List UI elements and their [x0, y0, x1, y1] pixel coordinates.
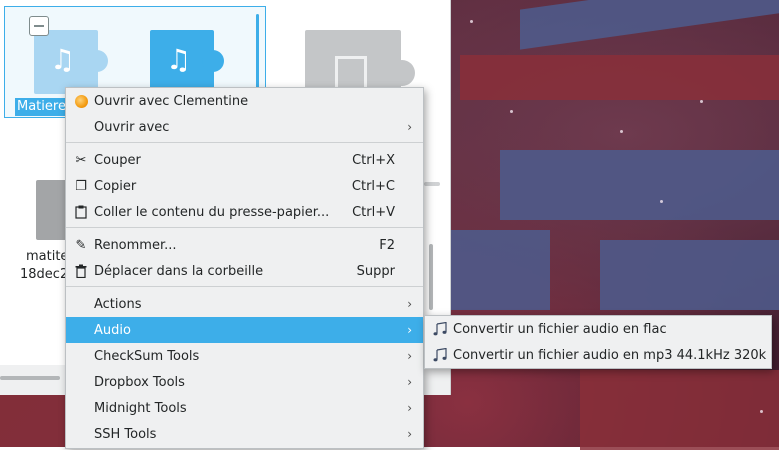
menu-item-label: CheckSum Tools [94, 348, 200, 364]
menu-item-shortcut: Ctrl+X [352, 152, 395, 168]
menu-item-ssh-tools[interactable]: SSH Tools › [66, 421, 423, 447]
menu-item-label: Actions [94, 296, 142, 312]
vertical-scrollbar[interactable] [429, 244, 433, 310]
wallpaper-star [470, 20, 473, 23]
submenu-item-convert-mp3[interactable]: Convertir un fichier audio en mp3 44.1kH… [425, 342, 771, 368]
menu-item-label: Ouvrir avec [94, 119, 170, 135]
menu-separator [66, 142, 423, 143]
chevron-right-icon: › [407, 375, 412, 389]
paste-icon [73, 204, 89, 220]
submenu-item-label: Convertir un fichier audio en flac [453, 321, 667, 337]
menu-item-shortcut: F2 [379, 237, 395, 253]
menu-item-label: Renommer... [94, 237, 177, 253]
chevron-right-icon: › [407, 120, 412, 134]
chevron-right-icon: › [407, 297, 412, 311]
menu-item-midnight-tools[interactable]: Midnight Tools › [66, 395, 423, 421]
menu-item-shortcut: Ctrl+V [352, 204, 395, 220]
chevron-right-icon: › [407, 349, 412, 363]
menu-item-paste[interactable]: Coller le contenu du presse-papier... Ct… [66, 199, 423, 225]
menu-item-label: Copier [94, 178, 137, 194]
music-note-icon [432, 347, 448, 363]
wallpaper-star [660, 200, 663, 203]
menu-item-rename[interactable]: ✎ Renommer... F2 [66, 232, 423, 258]
music-note-icon [432, 321, 448, 337]
menu-item-dropbox-tools[interactable]: Dropbox Tools › [66, 369, 423, 395]
context-menu: Ouvrir avec Clementine Ouvrir avec › ✂ C… [65, 87, 424, 449]
menu-separator [66, 227, 423, 228]
wallpaper-hex-band [0, 395, 70, 447]
menu-item-open-with-clementine[interactable]: Ouvrir avec Clementine [66, 88, 423, 114]
copy-icon: ❐ [75, 178, 87, 194]
menu-item-move-to-trash[interactable]: Déplacer dans la corbeille Suppr [66, 258, 423, 284]
menu-item-label: Déplacer dans la corbeille [94, 263, 264, 279]
menu-item-cut[interactable]: ✂ Couper Ctrl+X [66, 147, 423, 173]
audio-submenu: Convertir un fichier audio en flac Conve… [424, 315, 772, 369]
pencil-icon: ✎ [75, 237, 87, 253]
menu-item-label: Dropbox Tools [94, 374, 185, 390]
wallpaper-hex-band [460, 55, 779, 100]
horizontal-scrollbar[interactable] [0, 376, 60, 380]
wallpaper-star [700, 100, 703, 103]
file-label-selected[interactable]: Matiere [15, 98, 68, 116]
select-checkbox[interactable] [29, 16, 49, 36]
menu-item-shortcut: Ctrl+C [351, 178, 395, 194]
file-label[interactable]: 18dec2 [20, 266, 68, 283]
wallpaper-hex-band [500, 150, 779, 220]
wallpaper-hex-band [520, 0, 779, 50]
submenu-item-label: Convertir un fichier audio en mp3 44.1kH… [453, 347, 767, 363]
menu-item-checksum-tools[interactable]: CheckSum Tools › [66, 343, 423, 369]
audio-file-icon[interactable]: ♫ [34, 30, 108, 94]
chevron-right-icon: › [407, 401, 412, 415]
menu-item-label: Ouvrir avec Clementine [94, 93, 249, 109]
menu-separator [66, 286, 423, 287]
file-label[interactable]: matite [26, 248, 68, 265]
menu-item-copy[interactable]: ❐ Copier Ctrl+C [66, 173, 423, 199]
menu-item-label: SSH Tools [94, 426, 157, 442]
wallpaper-star [620, 130, 623, 133]
wallpaper-hex-band [440, 230, 550, 310]
menu-item-label: Audio [94, 322, 131, 338]
menu-item-label: Midnight Tools [94, 400, 187, 416]
menu-item-open-with[interactable]: Ouvrir avec › [66, 114, 423, 140]
wallpaper-star [510, 110, 513, 113]
submenu-item-convert-flac[interactable]: Convertir un fichier audio en flac [425, 316, 771, 342]
audio-file-icon[interactable]: ♫ [150, 30, 224, 94]
menu-item-actions[interactable]: Actions › [66, 291, 423, 317]
trash-icon [73, 263, 89, 279]
scroll-handle[interactable] [424, 182, 440, 186]
clementine-icon [73, 93, 89, 109]
wallpaper-hex-band [600, 240, 779, 310]
chevron-right-icon: › [407, 427, 412, 441]
menu-item-label: Couper [94, 152, 141, 168]
menu-item-shortcut: Suppr [356, 263, 395, 279]
wallpaper-hex-band [580, 370, 779, 450]
scissors-icon: ✂ [75, 152, 87, 168]
wallpaper-star [760, 410, 763, 413]
chevron-right-icon: › [407, 323, 412, 337]
menu-item-label: Coller le contenu du presse-papier... [94, 204, 330, 220]
menu-item-audio[interactable]: Audio › [66, 317, 423, 343]
